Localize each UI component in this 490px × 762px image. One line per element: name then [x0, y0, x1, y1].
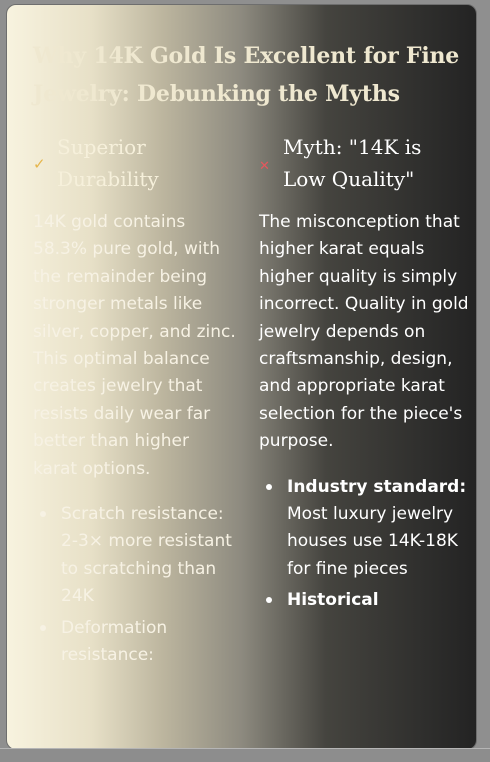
bullet-text: Scratch resistance: 2-3× more resistant …: [61, 504, 232, 607]
x-mark-icon: ✕: [259, 159, 270, 174]
myth-heading-row: ✕ Myth: "14K is Low Quality": [259, 131, 469, 195]
check-icon: ✓: [33, 155, 46, 173]
bullet-dot: [40, 624, 46, 631]
bullet-dot: [266, 597, 272, 604]
myth-paragraph: The misconception that higher karat equa…: [259, 212, 469, 452]
durability-heading-row: ✓ Superior Durability: [33, 131, 238, 195]
myth-bullet-list: Industry standard: Most luxury jewelry h…: [259, 474, 469, 615]
bullet-text: Deformation resistance:: [61, 617, 168, 666]
bottom-bar: [0, 748, 490, 762]
bullet-dot: [40, 511, 46, 518]
myth-heading: Myth: "14K is Low Quality": [283, 135, 422, 191]
bullet-text: Most luxury jewelry houses use 14K-18K f…: [287, 504, 458, 579]
list-item: Scratch resistance: 2-3× more resistant …: [33, 501, 238, 611]
durability-column: ✓ Superior Durability 14K gold contains …: [33, 131, 238, 674]
list-item: Industry standard: Most luxury jewelry h…: [259, 474, 469, 584]
list-item: Deformation resistance:: [33, 615, 238, 670]
bullet-dot: [266, 483, 272, 490]
myth-column: ✕ Myth: "14K is Low Quality" The misconc…: [259, 131, 469, 619]
durability-heading: Superior Durability: [57, 135, 159, 191]
content-card: Why 14K Gold Is Excellent for Fine Jewel…: [6, 4, 477, 750]
list-item: Historical: [259, 587, 469, 614]
page: Why 14K Gold Is Excellent for Fine Jewel…: [0, 0, 490, 762]
durability-paragraph: 14K gold contains 58.3% pure gold, with …: [33, 212, 236, 479]
bullet-label: Historical: [287, 590, 379, 611]
durability-bullet-list: Scratch resistance: 2-3× more resistant …: [33, 501, 238, 669]
bullet-label: Industry standard:: [287, 476, 467, 497]
page-title: Why 14K Gold Is Excellent for Fine Jewel…: [33, 43, 460, 107]
